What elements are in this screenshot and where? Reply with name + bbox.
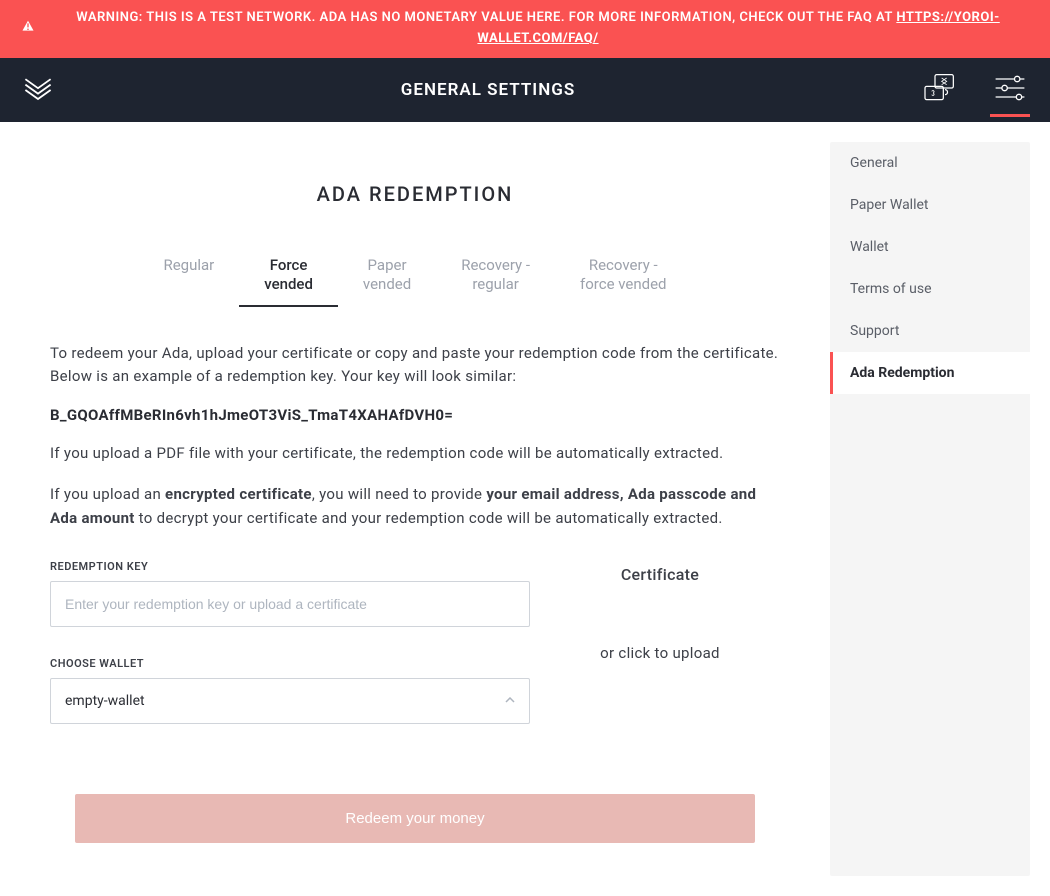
sidebar-item-paper-wallet[interactable]: Paper Wallet <box>830 184 1030 226</box>
redemption-title: ADA REDEMPTION <box>50 182 780 206</box>
main-card: ADA REDEMPTION Regular Forcevended Paper… <box>20 142 810 876</box>
certificate-title: Certificate <box>560 565 760 584</box>
settings-sidebar: General Paper Wallet Wallet Terms of use… <box>830 142 1030 876</box>
wallets-icon[interactable] <box>920 70 960 110</box>
sidebar-item-ada-redemption[interactable]: Ada Redemption <box>830 352 1030 394</box>
page-title: GENERAL SETTINGS <box>401 80 575 100</box>
redemption-key-label: REDEMPTION KEY <box>50 560 530 573</box>
instructions-p3: If you upload an encrypted certificate, … <box>50 483 780 530</box>
redeem-button[interactable]: Redeem your money <box>75 794 755 843</box>
tab-paper-vended[interactable]: Papervended <box>338 246 436 307</box>
wallet-selected-value: empty-wallet <box>65 693 145 709</box>
redemption-tabs: Regular Forcevended Papervended Recovery… <box>50 246 780 307</box>
choose-wallet-label: CHOOSE WALLET <box>50 657 530 670</box>
chevron-up-icon <box>505 695 515 706</box>
tab-force-vended[interactable]: Forcevended <box>239 246 338 307</box>
tab-recovery-force-vended[interactable]: Recovery -force vended <box>555 246 692 307</box>
redemption-key-input[interactable] <box>50 581 530 627</box>
sidebar-item-terms[interactable]: Terms of use <box>830 268 1030 310</box>
certificate-upload-link[interactable]: or click to upload <box>560 644 760 662</box>
yoroi-logo-icon[interactable] <box>20 72 56 108</box>
app-header: GENERAL SETTINGS <box>0 58 1050 122</box>
warning-icon <box>20 16 36 42</box>
instructions-p1: To redeem your Ada, upload your certific… <box>50 342 780 389</box>
tab-regular[interactable]: Regular <box>138 246 239 307</box>
example-key: B_GQOAffMBeRIn6vh1hJmeOT3ViS_TmaT4XAHAfD… <box>50 406 780 424</box>
choose-wallet-select[interactable]: empty-wallet <box>50 678 530 724</box>
instructions-p2: If you upload a PDF file with your certi… <box>50 442 780 465</box>
sidebar-item-wallet[interactable]: Wallet <box>830 226 1030 268</box>
warning-banner: WARNING: THIS IS A TEST NETWORK. ADA HAS… <box>0 0 1050 58</box>
settings-icon[interactable] <box>990 70 1030 117</box>
tab-recovery-regular[interactable]: Recovery -regular <box>436 246 555 307</box>
sidebar-item-support[interactable]: Support <box>830 310 1030 352</box>
sidebar-item-general[interactable]: General <box>830 142 1030 184</box>
warning-text: WARNING: THIS IS A TEST NETWORK. ADA HAS… <box>76 10 896 25</box>
